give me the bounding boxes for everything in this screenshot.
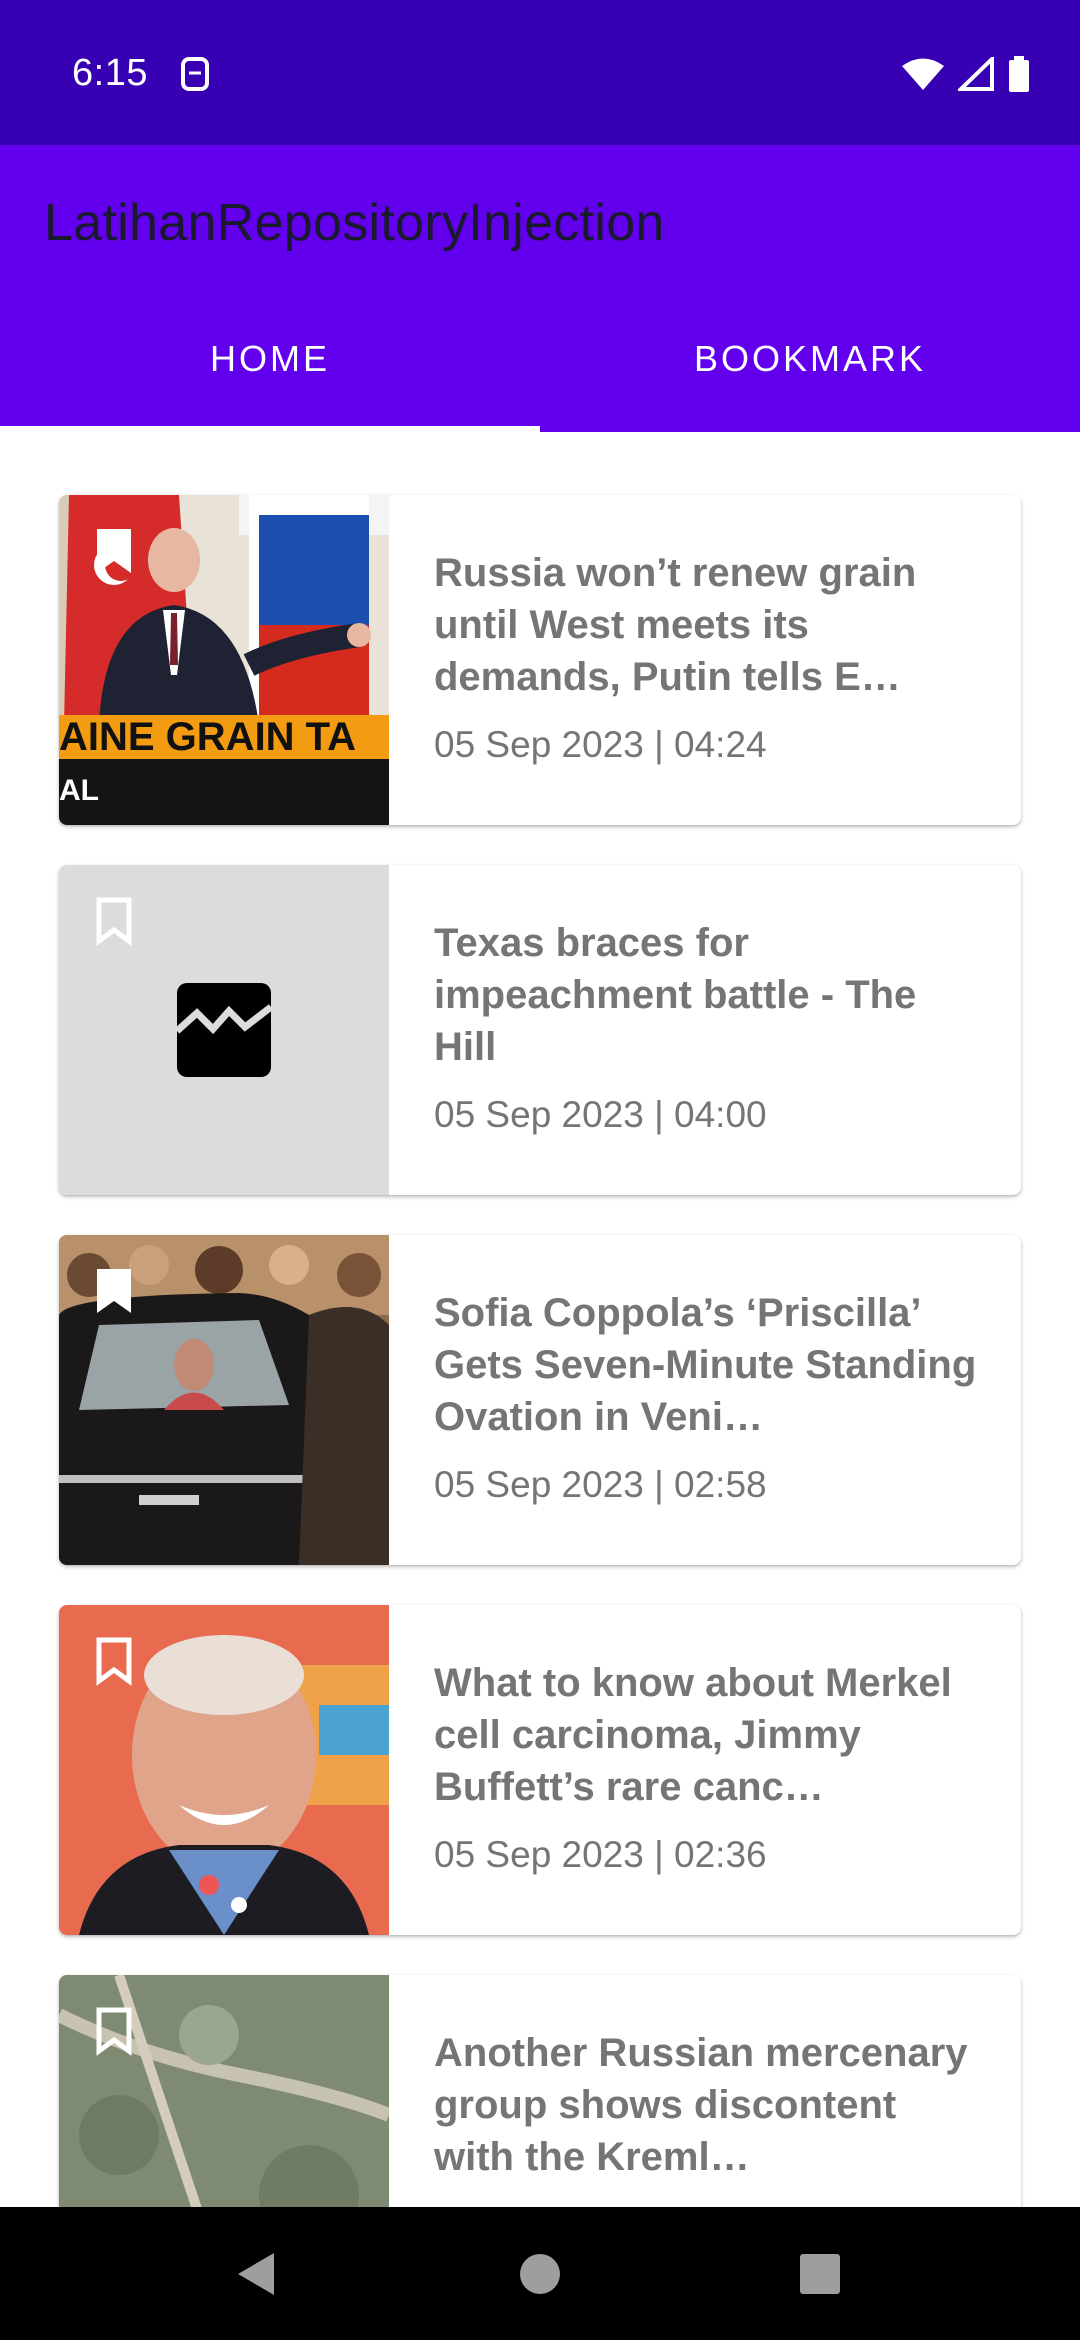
system-nav-bar [0,2207,1080,2340]
news-list[interactable]: AINE GRAIN TA AL Russia won’t renew grai… [0,432,1080,2207]
status-bar: 6:15 [0,0,1080,145]
battery-icon [1009,56,1029,92]
nav-back-button[interactable] [196,2207,316,2340]
news-thumbnail [59,1235,389,1565]
tab-home[interactable]: HOME [0,285,540,432]
news-card-body: Another Russian mercenary group shows di… [389,1975,1021,2207]
news-card-body: Sofia Coppola’s ‘Priscilla’ Gets Seven-M… [389,1235,1021,1565]
news-title: Sofia Coppola’s ‘Priscilla’ Gets Seven-M… [434,1291,977,1439]
news-thumbnail [59,865,389,1195]
news-card[interactable]: AINE GRAIN TA AL Russia won’t renew grai… [59,495,1021,825]
bookmark-filled-icon[interactable] [93,1265,135,1317]
news-date: 05 Sep 2023 | 04:24 [434,724,767,765]
news-title: Texas braces for impeachment battle - Th… [434,921,917,1069]
broken-image-icon [177,983,271,1077]
tab-bookmark-label: BOOKMARK [693,337,927,379]
news-card[interactable]: What to know about Merkel cell carcinoma… [59,1605,1021,1935]
bookmark-filled-icon[interactable] [93,525,135,577]
app-bar: LatihanRepositoryInjection HOME BOOKMARK [0,145,1080,432]
news-thumbnail [59,1975,389,2207]
news-title: What to know about Merkel cell carcinoma… [434,1661,952,1809]
wifi-icon [902,58,944,90]
back-icon [238,2252,274,2295]
bookmark-outline-icon[interactable] [93,2005,135,2057]
news-card[interactable]: Sofia Coppola’s ‘Priscilla’ Gets Seven-M… [59,1235,1021,1565]
news-card-body: Texas braces for impeachment battle - Th… [389,865,1021,1195]
news-thumbnail: AINE GRAIN TA AL [59,495,389,825]
news-card[interactable]: Texas braces for impeachment battle - Th… [59,865,1021,1195]
news-card[interactable]: Another Russian mercenary group shows di… [59,1975,1021,2207]
svg-text:AINE GRAIN TA: AINE GRAIN TA [59,715,356,759]
app-title: LatihanRepositoryInjection [44,194,665,252]
home-icon [520,2253,560,2294]
tab-bookmark[interactable]: BOOKMARK [540,285,1080,432]
bookmark-outline-icon[interactable] [93,895,135,947]
news-date: 05 Sep 2023 | 02:36 [434,1834,767,1875]
svg-text:AL: AL [59,774,99,807]
nav-home-button[interactable] [480,2207,600,2340]
news-thumbnail [59,1605,389,1935]
status-time: 6:15 [72,52,148,94]
news-card-body: What to know about Merkel cell carcinoma… [389,1605,1021,1935]
sim-card-icon [181,57,209,91]
news-date: 05 Sep 2023 | 02:58 [434,1464,767,1505]
tab-home-label: HOME [210,337,330,379]
nav-recents-button[interactable] [760,2207,880,2340]
news-card-body: Russia won’t renew grain until West meet… [389,495,1021,825]
recents-icon [800,2253,840,2294]
tab-bar: HOME BOOKMARK [0,285,1080,432]
news-title: Russia won’t renew grain until West meet… [434,551,917,699]
news-date: 05 Sep 2023 | 04:00 [434,1094,767,1135]
signal-icon [958,57,994,91]
bookmark-outline-icon[interactable] [93,1635,135,1687]
news-title: Another Russian mercenary group shows di… [434,2031,968,2179]
